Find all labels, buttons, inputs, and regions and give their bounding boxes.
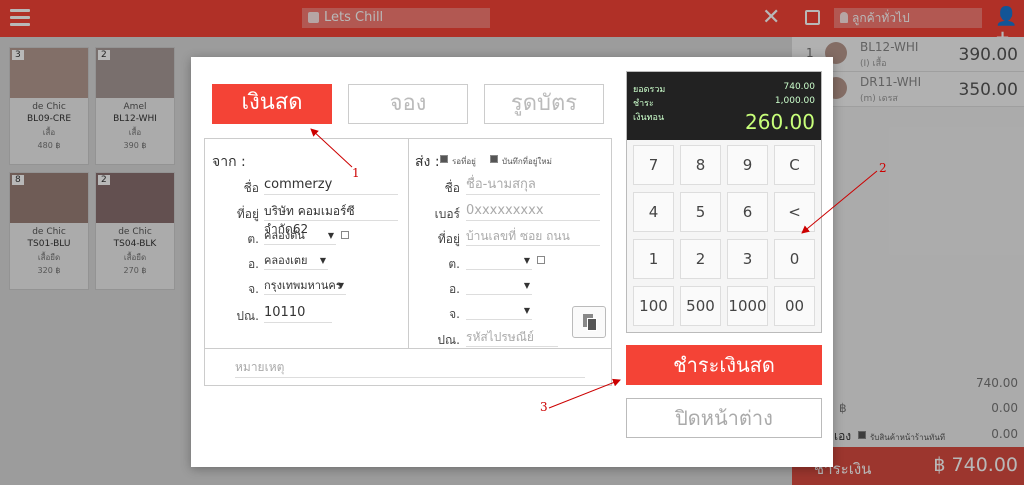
row-divider [205, 348, 611, 349]
tab-cash[interactable]: เงินสด [212, 84, 332, 124]
key-100[interactable]: 100 [633, 286, 674, 326]
key-00[interactable]: 00 [774, 286, 815, 326]
payment-modal: เงินสด จอง รูดบัตร จาก : ชื่อ commerzy ท… [191, 57, 833, 467]
to-district-label: อ. [448, 282, 460, 296]
key-8[interactable]: 8 [680, 145, 721, 185]
to-phone-label: เบอร์ [434, 207, 460, 221]
note-field[interactable]: หมายเหตุ [235, 358, 585, 378]
key-5[interactable]: 5 [680, 192, 721, 232]
from-province-label: จ. [248, 282, 259, 296]
save-address-checkbox[interactable] [490, 155, 498, 163]
key-7[interactable]: 7 [633, 145, 674, 185]
from-district-select[interactable]: คลองเตย ▼ [264, 252, 328, 270]
tab-card[interactable]: รูดบัตร [484, 84, 604, 124]
from-district-label: อ. [247, 257, 259, 271]
from-province-value: กรุงเทพมหานคร [264, 279, 342, 292]
annotation-number-3: 3 [540, 400, 548, 414]
to-subdistrict-label: ต. [448, 257, 460, 271]
to-address-label: ที่อยู่ [437, 232, 460, 246]
key-9[interactable]: 9 [727, 145, 768, 185]
to-subdistrict-checkbox[interactable] [537, 256, 545, 264]
key-1[interactable]: 1 [633, 239, 674, 279]
total-label: ยอดรวม [633, 85, 666, 95]
from-district-value: คลองเตย [264, 254, 308, 267]
pay-cash-button[interactable]: ชำระเงินสด [626, 345, 822, 385]
from-subdistrict-select[interactable]: คลองตัน ▼ [264, 227, 336, 245]
to-district-select[interactable]: ▼ [466, 277, 532, 295]
to-title: ส่ง : [415, 154, 440, 170]
to-zip-field[interactable]: รหัสไปรษณีย์ [466, 328, 558, 347]
from-subdistrict-label: ต. [247, 232, 259, 246]
key-backspace[interactable]: < [774, 192, 815, 232]
change-value: 260.00 [745, 110, 815, 134]
key-0[interactable]: 0 [774, 239, 815, 279]
key-clear[interactable]: C [774, 145, 815, 185]
to-name-label: ชื่อ [444, 181, 460, 195]
calculator-display: ยอดรวม 740.00 ชำระ 1,000.00 เงินทอน 260.… [627, 72, 821, 140]
from-zip-field[interactable]: 10110 [264, 304, 332, 323]
calculator: ยอดรวม 740.00 ชำระ 1,000.00 เงินทอน 260.… [626, 71, 822, 333]
annotation-number-2: 2 [879, 161, 887, 175]
from-address-field[interactable]: บริษัท คอมเมอร์ซี จำกัด62 [264, 202, 398, 236]
to-address-field[interactable]: บ้านเลขที่ ซอย ถนน [466, 227, 600, 246]
from-subdistrict-value: คลองตัน [264, 229, 305, 242]
key-4[interactable]: 4 [633, 192, 674, 232]
from-title: จาก : [212, 154, 246, 170]
annotation-number-1: 1 [352, 166, 360, 180]
close-window-button[interactable]: ปิดหน้าต่าง [626, 398, 822, 438]
to-phone-field[interactable]: 0xxxxxxxxx [466, 202, 600, 221]
to-subdistrict-select[interactable]: ▼ [466, 252, 532, 270]
paid-value: 1,000.00 [774, 96, 815, 106]
key-6[interactable]: 6 [727, 192, 768, 232]
from-province-select[interactable]: กรุงเทพมหานคร ▼ [264, 277, 346, 295]
from-name-label: ชื่อ [243, 181, 259, 195]
to-province-select[interactable]: ▼ [466, 302, 532, 320]
from-subdistrict-checkbox[interactable] [341, 231, 349, 239]
save-address-label: บันทึกที่อยู่ใหม่ [502, 157, 552, 166]
key-2[interactable]: 2 [680, 239, 721, 279]
to-province-label: จ. [449, 307, 460, 321]
key-3[interactable]: 3 [727, 239, 768, 279]
to-zip-label: ปณ. [437, 333, 460, 347]
wait-address-checkbox[interactable] [440, 155, 448, 163]
from-name-field[interactable]: commerzy [264, 176, 398, 195]
key-500[interactable]: 500 [680, 286, 721, 326]
paid-label: ชำระ [633, 99, 654, 109]
copy-address-button[interactable] [572, 306, 606, 338]
shipping-form: จาก : ชื่อ commerzy ที่อยู่ บริษัท คอมเม… [204, 138, 612, 386]
total-value: 740.00 [783, 82, 816, 92]
from-address-label: ที่อยู่ [236, 207, 259, 221]
to-name-field[interactable]: ชื่อ-นามสกุล [466, 176, 600, 195]
wait-address-label: รอที่อยู่ [452, 157, 476, 166]
column-divider [408, 139, 409, 348]
from-zip-label: ปณ. [236, 309, 259, 323]
key-1000[interactable]: 1000 [727, 286, 768, 326]
change-label: เงินทอน [633, 113, 665, 123]
tab-reserve[interactable]: จอง [348, 84, 468, 124]
